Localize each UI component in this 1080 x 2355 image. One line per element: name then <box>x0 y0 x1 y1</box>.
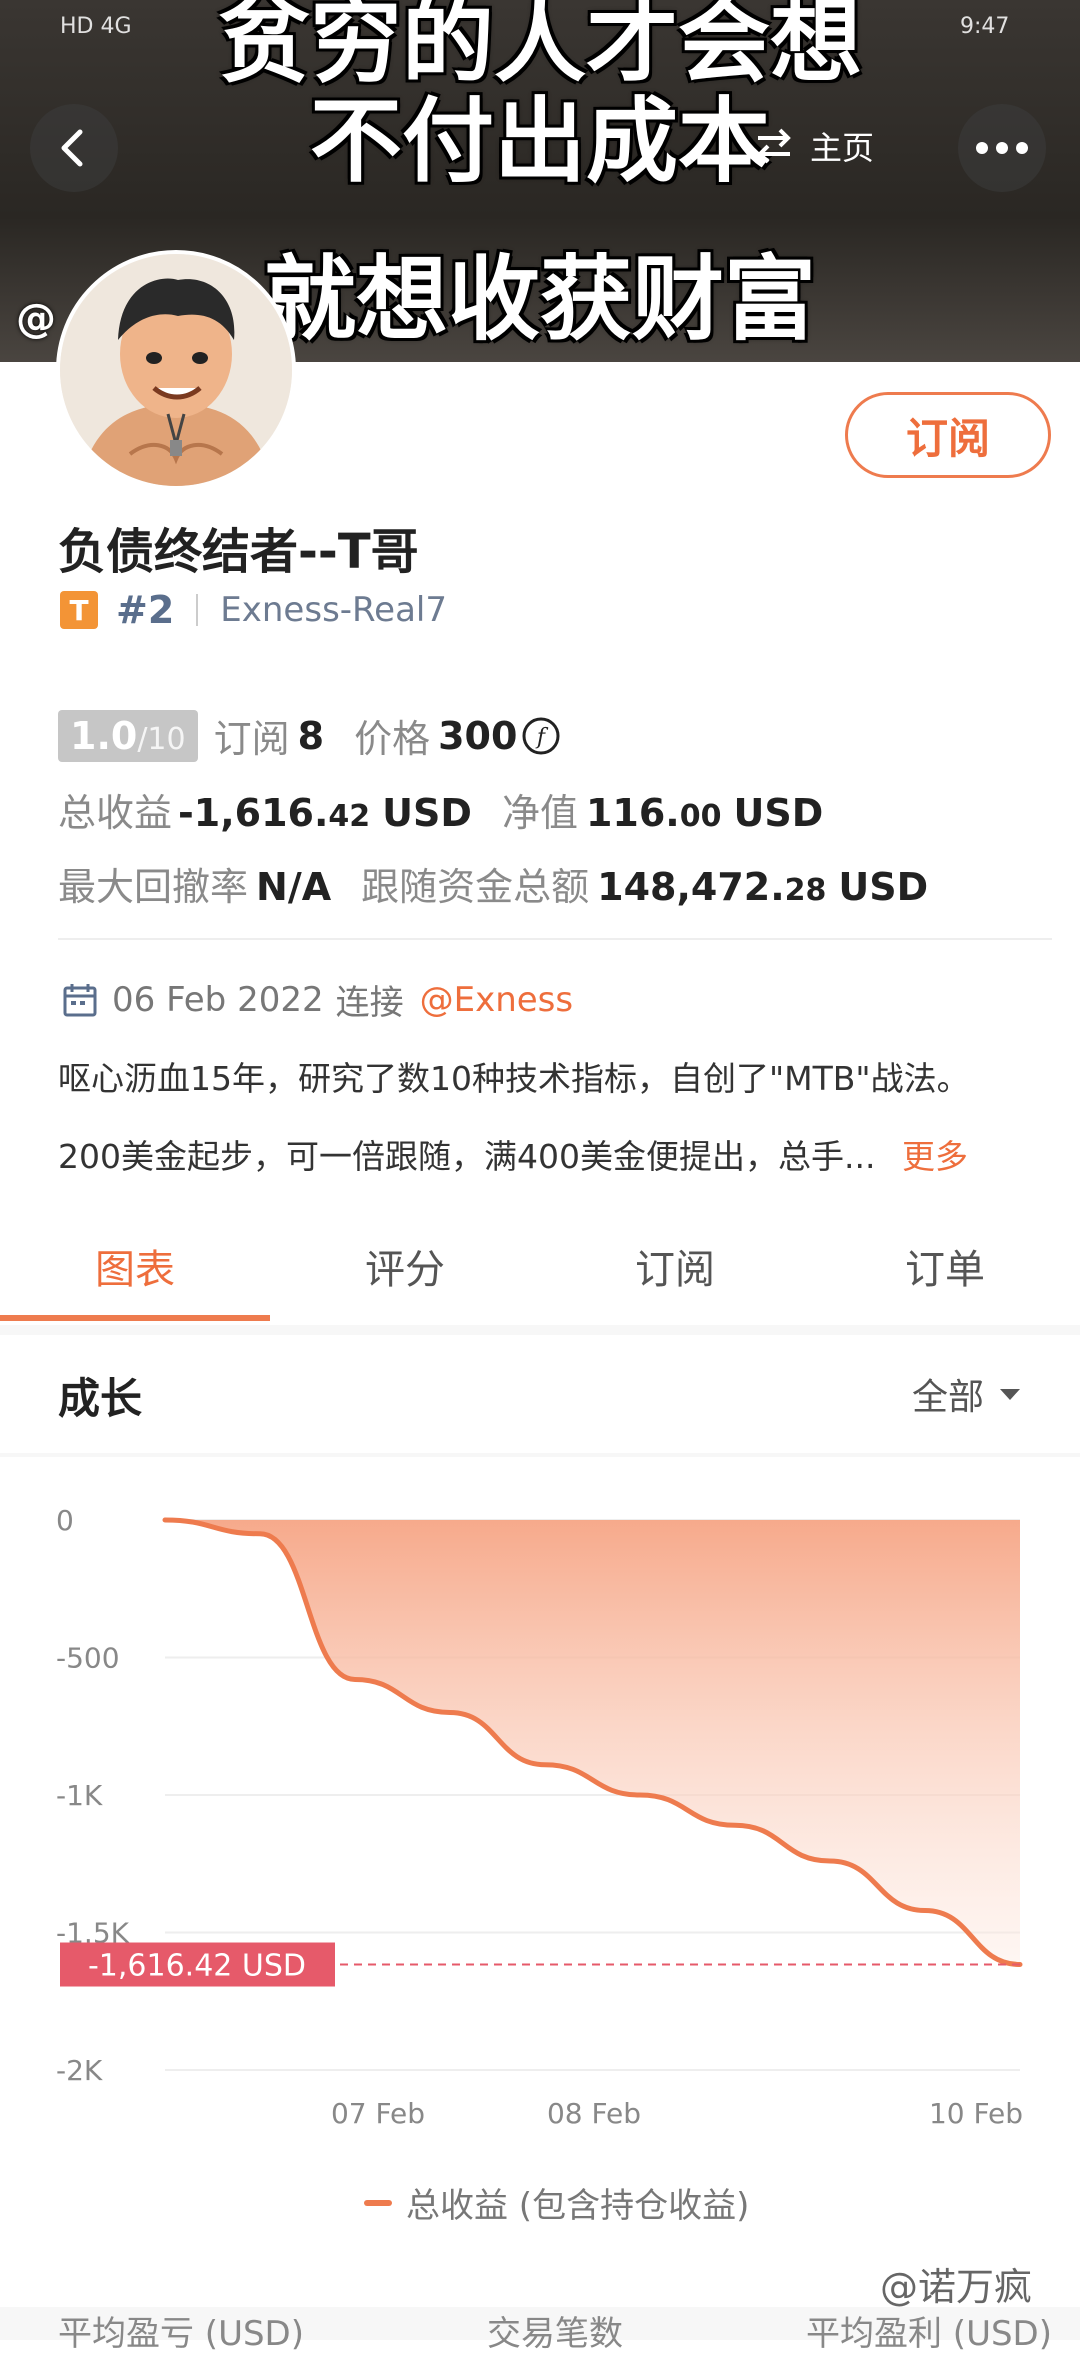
more-link[interactable]: 更多 <box>902 1137 968 1176</box>
connect-row: 06 Feb 2022 连接 @Exness <box>62 975 573 1024</box>
subscribe-button[interactable]: 订阅 <box>845 392 1051 478</box>
banner-line-1: 贫穷的人才会想 <box>217 0 862 95</box>
calendar-icon <box>63 983 97 1016</box>
chart-legend: 总收益 (包含持仓收益) <box>364 2178 749 2227</box>
stats-row-1: 1.0/10 订阅 8 价格 300 f <box>58 708 561 763</box>
back-button[interactable] <box>30 104 118 192</box>
trader-meta: T #2 Exness-Real7 <box>60 588 447 632</box>
growth-chart: 0-500-1K-1.5K-2K 07 Feb 08 Feb 10 Feb -1,6… <box>56 1504 1023 2130</box>
status-bar-time: 9:47 <box>960 14 1010 39</box>
description-line-2-text: 200美金起步，可一倍跟随，满400美金便提出，总手... <box>58 1137 876 1176</box>
x-tick-label: 10 Feb <box>929 2097 1023 2130</box>
equity-unit: USD <box>733 791 824 835</box>
avatar[interactable] <box>56 250 296 490</box>
swap-icon <box>757 128 791 164</box>
y-tick-label: 0 <box>56 1504 74 1537</box>
legend-label: 总收益 (包含持仓收益) <box>406 2186 750 2226</box>
bottom-watermark: @诺万疯 <box>880 2265 1033 2309</box>
y-axis-labels: 0-500-1K-1.5K-2K <box>56 1504 130 2087</box>
tab-chart[interactable]: 图表 <box>0 1225 270 1325</box>
period-filter-label: 全部 <box>912 1377 985 1418</box>
subscribers-value: 8 <box>297 713 325 758</box>
avg-pnl-label: 平均盈亏 (USD) <box>58 2314 304 2354</box>
follow-funds-label: 跟随资金总额 <box>361 865 590 909</box>
price-label: 价格 <box>354 717 431 761</box>
more-button[interactable] <box>958 104 1046 192</box>
total-profit-label: 总收益 <box>58 791 173 835</box>
equity-int: 116. <box>585 791 680 835</box>
growth-title: 成长 <box>58 1374 143 1423</box>
follow-funds-dec: 28 <box>784 873 827 908</box>
subscribers-label: 订阅 <box>213 717 290 761</box>
trader-server: Exness-Real7 <box>220 590 447 630</box>
description-line-2: 200美金起步，可一倍跟随，满400美金便提出，总手... 更多 <box>58 1130 968 1178</box>
x-tick-label: 07 Feb <box>331 2097 425 2130</box>
equity-label: 净值 <box>501 791 578 835</box>
x-tick-label: 08 Feb <box>547 2097 641 2130</box>
last-value-text: -1,616.42 USD <box>88 1949 306 1984</box>
period-filter[interactable]: 全部 <box>912 1368 1022 1420</box>
y-tick-label: -1K <box>56 1779 103 1812</box>
trader-rank: #2 <box>116 588 175 632</box>
trade-count-label: 交易笔数 <box>487 2314 623 2354</box>
avatar-illustration <box>60 254 292 486</box>
trader-type-badge: T <box>60 591 98 629</box>
max-drawdown-label: 最大回撤率 <box>58 865 249 909</box>
rating-denominator: /10 <box>137 721 186 757</box>
dropdown-triangle-icon <box>1000 1389 1021 1400</box>
back-arrow-icon <box>61 129 83 167</box>
fcoin-icon: f <box>522 717 560 754</box>
status-bar-left: HD 4G <box>60 14 132 39</box>
avg-profit-label: 平均盈利 (USD) <box>806 2314 1052 2354</box>
max-drawdown-value: N/A <box>256 865 332 909</box>
home-label: 主页 <box>810 129 875 167</box>
stats-row-2: 总收益 -1,616. 42 USD 净值 116. 00 USD <box>58 782 823 837</box>
rating-value: 1.0 <box>70 713 138 758</box>
y-tick-label: -2K <box>56 2054 103 2087</box>
tab-bar: 图表 评分 订阅 订单 <box>0 1225 1080 1325</box>
trader-name: 负债终结者--T哥 <box>58 524 419 580</box>
total-profit-int: -1,616. <box>178 791 329 835</box>
rating-badge: 1.0/10 <box>58 709 198 762</box>
stats-row-3: 最大回撤率 N/A 跟随资金总额 148,472. 28 USD <box>58 856 928 911</box>
tab-subscribe[interactable]: 订阅 <box>540 1225 810 1325</box>
summary-labels: 平均盈亏 (USD) 交易笔数 平均盈利 (USD) <box>58 2306 1052 2355</box>
price-value: 300 <box>438 713 518 758</box>
meta-divider <box>196 594 199 626</box>
equity-dec: 00 <box>679 799 722 834</box>
broker-link[interactable]: @Exness <box>420 980 574 1020</box>
follow-funds-unit: USD <box>838 865 929 909</box>
legend-swatch <box>364 2199 392 2206</box>
last-value-label: -1,616.42 USD <box>60 1942 335 1987</box>
total-profit-dec: 42 <box>328 799 371 834</box>
tab-orders[interactable]: 订单 <box>810 1225 1080 1325</box>
description-line-1: 呕心沥血15年，研究了数10种技术指标，自创了"MTB"战法。 <box>58 1059 970 1098</box>
stats-divider <box>58 938 1052 940</box>
home-button[interactable]: 主页 <box>752 106 874 186</box>
connect-date: 06 Feb 2022 <box>112 979 324 1020</box>
follow-funds-int: 148,472. <box>597 865 785 909</box>
y-tick-label: -500 <box>56 1642 120 1675</box>
total-profit-unit: USD <box>382 791 472 835</box>
svg-text:f: f <box>535 725 549 750</box>
banner-line-2: 不付出成本 <box>309 88 770 195</box>
banner-watermark: @ <box>16 296 56 342</box>
connect-label: 连接 <box>335 983 404 1023</box>
x-axis-labels: 07 Feb 08 Feb 10 Feb <box>331 2097 1023 2130</box>
tab-rating[interactable]: 评分 <box>270 1225 540 1325</box>
more-dots-icon <box>976 142 1028 154</box>
